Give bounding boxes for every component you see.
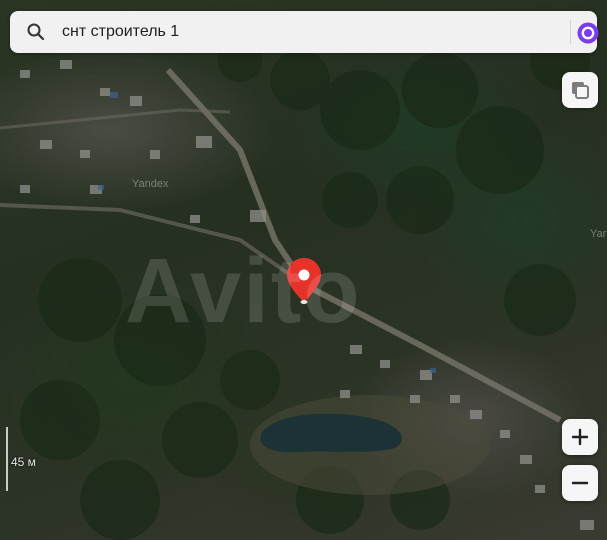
provider-label: Yandex [132,178,169,190]
scale-label: 45 м [11,455,36,469]
provider-label: Yandex [590,228,607,240]
alice-icon[interactable] [577,22,599,44]
zoom-in-button[interactable] [562,419,598,455]
zoom-out-button[interactable] [562,465,598,501]
search-icon[interactable] [26,22,46,42]
satellite-map[interactable]: Avito Yandex Yandex [0,0,607,540]
avito-watermark: Avito [125,240,362,342]
layers-icon [572,82,589,99]
search-input[interactable]: снт строитель 1 [62,23,179,41]
scale-bar [6,427,8,491]
search-divider [570,20,571,44]
minus-icon [571,481,589,485]
plus-icon [571,428,589,446]
layers-button[interactable] [562,72,598,108]
search-bar[interactable]: снт строитель 1 [10,11,599,53]
